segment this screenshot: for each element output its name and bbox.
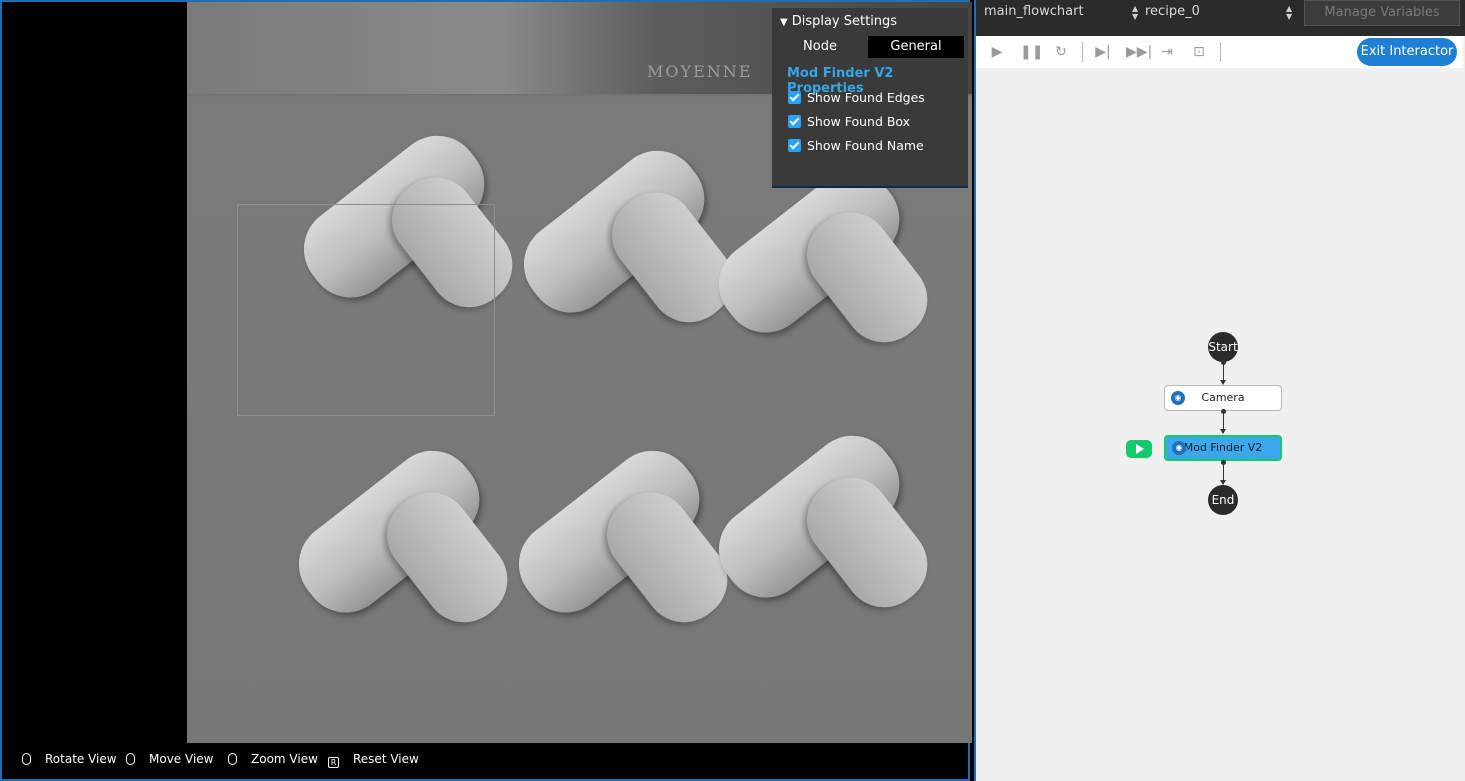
r-key-icon: R [328, 757, 339, 768]
box-print-text: MOYENNE [647, 62, 753, 81]
node-camera-label: Camera [1201, 391, 1245, 404]
hint-label: Move View [149, 752, 214, 766]
restart-icon[interactable]: ↻ [1052, 44, 1070, 60]
play-icon[interactable]: ▶ [988, 44, 1006, 60]
node-end[interactable]: End [1208, 485, 1238, 515]
checkbox-label: Show Found Box [807, 114, 911, 129]
recipe-select-value: recipe_0 [1145, 4, 1200, 19]
step-icon[interactable]: ▶| [1094, 44, 1112, 60]
checkbox-show-found-box[interactable]: Show Found Box [788, 114, 910, 130]
collapse-triangle-icon: ▼ [780, 17, 788, 28]
hint-reset-view: R Reset View [328, 752, 419, 768]
tab-node[interactable]: Node [772, 36, 868, 58]
exit-interactor-button[interactable]: Exit Interactor [1357, 38, 1457, 66]
display-settings-toggle[interactable]: ▼ Display Settings [780, 14, 897, 29]
flowchart-header: main_flowchart ▲ ▼ recipe_0 ▲ ▼ Manage Var… [976, 0, 1465, 36]
pause-icon[interactable]: ❚❚ [1020, 44, 1043, 60]
recipe-select[interactable]: recipe_0 ▲ ▼ [1145, 0, 1295, 24]
camera-icon: ◉ [1171, 391, 1185, 405]
hint-move-view: Move View [126, 752, 213, 766]
connector-arrow [1220, 411, 1226, 434]
tab-general[interactable]: General [868, 36, 964, 58]
hint-rotate-view: Rotate View [22, 752, 117, 766]
checkbox-label: Show Found Name [807, 138, 924, 153]
checkbox-label: Show Found Edges [807, 90, 925, 105]
connector-arrow [1220, 462, 1226, 485]
checkbox-show-found-name[interactable]: Show Found Name [788, 138, 924, 154]
updown-arrow-icon: ▲ ▼ [1132, 4, 1139, 21]
hint-label: Reset View [353, 752, 419, 766]
mouse-right-icon [126, 753, 135, 765]
camera-icon: ◉ [1172, 441, 1186, 455]
display-settings-tabs: Node General [772, 36, 968, 58]
display-settings-panel: ▼ Display Settings Node General Mod Finde… [772, 8, 968, 188]
flowchart-toolbar: ▶ ❚❚ ↻ ▶| ▶▶| ⇥ ⊡ Exit Interactor [976, 36, 1463, 68]
node-camera[interactable]: ◉ Camera [1164, 385, 1282, 411]
step-into-icon[interactable]: ⇥ [1158, 44, 1176, 60]
found-box-overlay [237, 204, 495, 416]
hint-zoom-view: Zoom View [228, 752, 318, 766]
mouse-left-icon [22, 753, 31, 765]
flowchart-select[interactable]: main_flowchart ▲ ▼ [984, 0, 1138, 24]
image-viewer[interactable]: MOYENNE ▼ Display Settings Node General … [0, 0, 972, 781]
step-over-icon[interactable]: ▶▶| [1126, 44, 1152, 60]
toolbar-separator [1082, 42, 1083, 62]
updown-arrow-icon: ▲ ▼ [1286, 4, 1293, 21]
node-mod-finder-label: Mod Finder V2 [1183, 441, 1263, 454]
connector-dot [1221, 360, 1226, 365]
connector-dot [1221, 409, 1226, 414]
mouse-wheel-icon [228, 753, 237, 765]
checkbox-show-found-edges[interactable]: Show Found Edges [788, 90, 925, 106]
flowchart-canvas[interactable]: Start ◉ Camera ◉ Mod Finder V2 End [976, 68, 1463, 781]
connector-dot [1221, 460, 1226, 465]
hint-label: Zoom View [251, 752, 318, 766]
node-mod-finder-v2[interactable]: ◉ Mod Finder V2 [1164, 435, 1282, 461]
display-settings-title: Display Settings [791, 14, 898, 29]
checkbox-checked-icon[interactable] [788, 91, 801, 104]
checkbox-checked-icon[interactable] [788, 115, 801, 128]
manage-variables-button[interactable]: Manage Variables [1304, 0, 1460, 26]
breakpoint-icon[interactable]: ⊡ [1190, 44, 1208, 60]
hint-label: Rotate View [45, 752, 117, 766]
connector-arrow [1220, 362, 1226, 385]
checkbox-checked-icon[interactable] [788, 139, 801, 152]
flowchart-panel: main_flowchart ▲ ▼ recipe_0 ▲ ▼ Manage Var… [974, 0, 1465, 781]
node-start[interactable]: Start [1208, 332, 1238, 362]
toolbar-separator [1220, 42, 1221, 62]
current-step-play-icon [1126, 440, 1152, 458]
flowchart-select-value: main_flowchart [984, 4, 1084, 19]
